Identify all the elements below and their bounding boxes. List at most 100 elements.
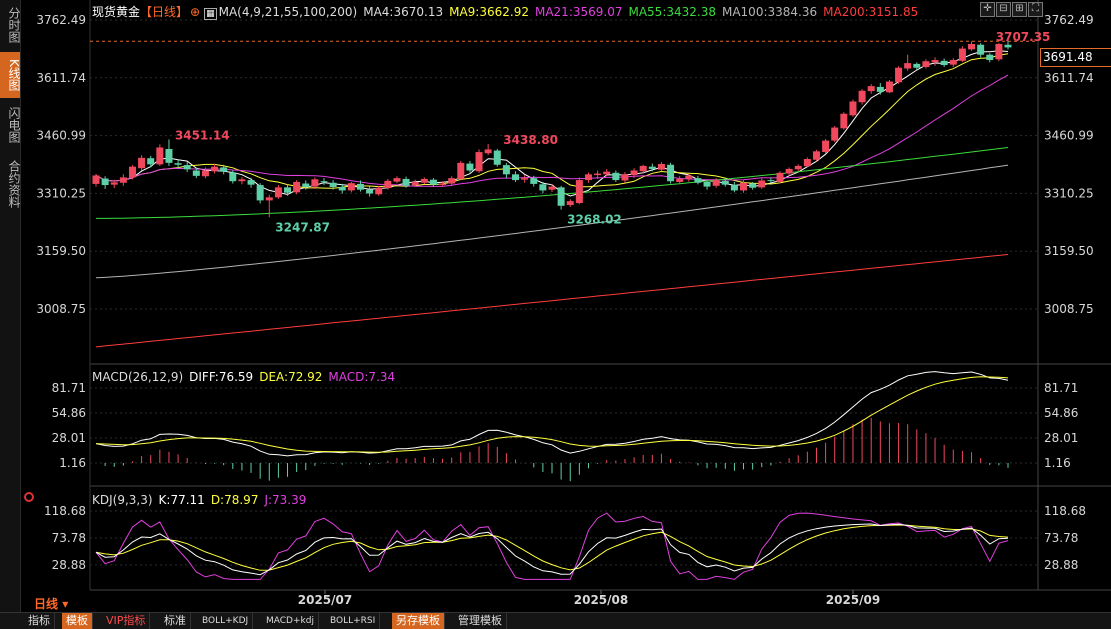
- chart-settings-icon[interactable]: ▦: [204, 8, 217, 20]
- chart-canvas[interactable]: 3762.49 3762.49 3611.74 3611.74 3460.99 3460.…: [0, 0, 1111, 612]
- ma200-line: [95, 254, 1009, 348]
- macd-diff: DIFF:76.59: [189, 370, 254, 384]
- candle-body: [822, 140, 830, 153]
- kdj-d: D:78.97: [210, 493, 259, 507]
- tab-lightning[interactable]: 闪电图: [0, 102, 21, 148]
- candle-body: [356, 183, 364, 190]
- ma9-value: MA9:3662.92: [449, 5, 529, 19]
- candle-body: [302, 183, 310, 187]
- candle-body: [429, 179, 437, 185]
- candle-body: [895, 67, 903, 83]
- period-selector[interactable]: 日线 ▾: [34, 595, 68, 612]
- candle-body: [502, 165, 510, 175]
- ma-params[interactable]: MA(4,9,21,55,100,200): [219, 5, 358, 19]
- candle-body: [730, 185, 738, 191]
- candle-body: [621, 174, 629, 181]
- standard-button[interactable]: 标准: [160, 613, 191, 629]
- crosshair-icon[interactable]: ✛: [980, 2, 995, 17]
- kdj-d-line: [95, 524, 1009, 571]
- candle-body: [493, 150, 501, 165]
- candle-body: [311, 179, 319, 187]
- tab-timeshare[interactable]: 分时图: [0, 2, 21, 48]
- chevron-down-icon: ▾: [62, 597, 69, 611]
- tab-contract-info[interactable]: 合约资料: [0, 154, 21, 214]
- macd-title[interactable]: MACD(26,12,9): [92, 370, 183, 384]
- candle-body: [138, 157, 146, 169]
- candle-body: [466, 163, 474, 171]
- candle-body: [630, 170, 638, 176]
- candle-body: [220, 167, 228, 172]
- candle-body: [803, 158, 811, 167]
- candle-body: [721, 180, 729, 185]
- fullscreen-icon[interactable]: ⛶: [1028, 2, 1043, 17]
- add-icon[interactable]: ⊕: [190, 5, 200, 19]
- kdj-pane: [95, 512, 1009, 580]
- zoom-out-icon[interactable]: ⊟: [996, 2, 1011, 17]
- candle-body: [548, 186, 556, 190]
- candle-body: [457, 162, 465, 179]
- axis-labels: 3762.49 3762.49 3611.74 3611.74 3460.99 3460.…: [36, 13, 1093, 607]
- candle-body: [539, 184, 547, 191]
- kdj-k: K:77.11: [158, 493, 205, 507]
- macd-axis-label-left: 54.86: [52, 406, 86, 420]
- candle-body: [758, 180, 766, 188]
- tab-kline[interactable]: K线图: [0, 52, 21, 98]
- vip-indicator-button[interactable]: VIP指标: [102, 613, 151, 629]
- macd-dea: DEA:72.92: [259, 370, 323, 384]
- candle-body: [420, 178, 428, 183]
- price-axis-label-right: 3762.49: [1044, 13, 1094, 27]
- candle-body: [147, 158, 155, 165]
- candle-body: [776, 172, 784, 182]
- candle-body: [931, 60, 939, 63]
- candle-body: [603, 171, 611, 175]
- save-template-button[interactable]: 另存模板: [392, 613, 445, 629]
- macd-value: MACD:7.34: [328, 370, 396, 384]
- kdj-title[interactable]: KDJ(9,3,3): [92, 493, 153, 507]
- candle-body: [274, 187, 282, 198]
- candle-body: [229, 172, 237, 182]
- candle-body: [521, 178, 529, 180]
- boll-rsi-button[interactable]: BOLL+RSI: [326, 613, 381, 629]
- candle-body: [411, 181, 419, 186]
- manage-template-button[interactable]: 管理模板: [454, 613, 507, 629]
- candle-body: [767, 180, 775, 182]
- candle-body: [913, 63, 921, 68]
- candle-body: [694, 178, 702, 183]
- period-label: 日线: [34, 597, 59, 611]
- zoom-in-icon[interactable]: ⊞: [1012, 2, 1027, 17]
- kdj-axis-label-left: 73.78: [52, 531, 86, 545]
- candle-body: [940, 60, 948, 66]
- candle-body: [648, 166, 656, 169]
- kdj-header: KDJ(9,3,3) K:77.11 D:78.97 J:73.39: [92, 493, 312, 507]
- indicator-toggle-icon[interactable]: [24, 492, 34, 502]
- ma9-line: [95, 53, 1009, 189]
- candle-body: [885, 81, 893, 93]
- candle-body: [256, 185, 264, 201]
- candle-body: [958, 48, 966, 61]
- kdj-j: J:73.39: [264, 493, 307, 507]
- ma4-value: MA4:3670.13: [363, 5, 444, 19]
- candle-body: [347, 183, 355, 191]
- template-button[interactable]: 模板: [62, 613, 93, 629]
- candle-body: [685, 175, 693, 179]
- boll-kdj-button[interactable]: BOLL+KDJ: [198, 613, 254, 629]
- candle-body: [849, 101, 857, 116]
- candle-body: [512, 174, 520, 181]
- kdj-axis-label-right: 28.88: [1044, 558, 1078, 572]
- current-price-tag: 3691.48: [1040, 48, 1111, 67]
- candle-body: [575, 180, 583, 204]
- candle-body: [128, 166, 136, 178]
- macd-kdj-button[interactable]: MACD+kdj: [262, 613, 319, 629]
- ma-header: 现货黄金【日线】 ⊕ ▦ MA(4,9,21,55,100,200) MA4:3670.…: [92, 3, 924, 20]
- candle-body: [402, 178, 410, 186]
- price-axis-label-right: 3008.75: [1044, 302, 1094, 316]
- candle-body: [101, 178, 109, 186]
- candle-body: [639, 165, 647, 172]
- indicator-button[interactable]: 指标: [24, 613, 55, 629]
- price-axis-label-right: 3159.50: [1044, 244, 1094, 258]
- candle-body: [338, 186, 346, 191]
- candle-body: [831, 127, 839, 141]
- candle-body: [384, 180, 392, 189]
- period-tag[interactable]: 【日线】: [140, 5, 188, 19]
- candle-body: [949, 60, 957, 65]
